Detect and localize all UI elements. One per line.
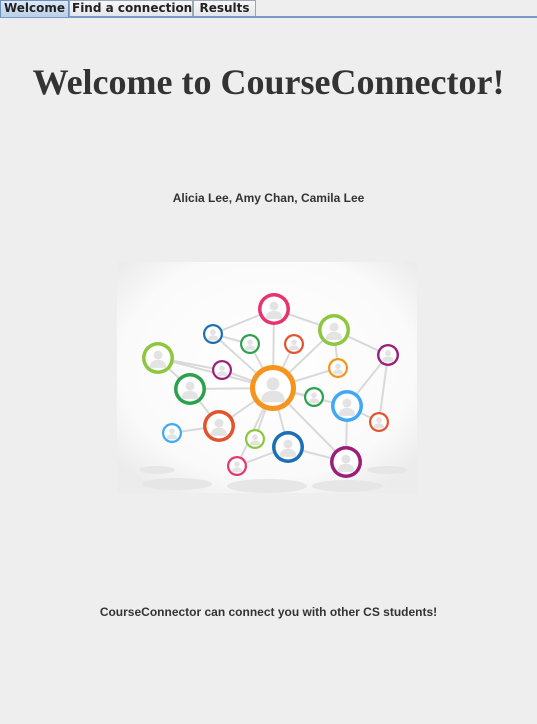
tab-bar: Welcome Find a connection! Results — [0, 0, 537, 18]
person-node-icon — [272, 431, 304, 463]
authors-text: Alicia Lee, Amy Chan, Camila Lee — [172, 191, 365, 205]
person-node-icon — [203, 324, 223, 344]
person-node-icon — [142, 342, 174, 374]
person-node-icon — [250, 365, 296, 411]
person-node-icon — [330, 446, 362, 478]
person-node-icon — [245, 429, 265, 449]
person-node-icon — [369, 412, 389, 432]
person-node-icon — [284, 334, 304, 354]
person-node-icon — [174, 373, 206, 405]
person-node-icon — [331, 390, 363, 422]
person-node-icon — [328, 358, 348, 378]
tab-find-a-connection[interactable]: Find a connection! — [69, 0, 198, 16]
person-node-icon — [377, 344, 399, 366]
page-title: Welcome to CourseConnector! — [32, 62, 505, 102]
tab-results[interactable]: Results — [193, 0, 256, 16]
person-node-icon — [203, 410, 235, 442]
person-node-icon — [212, 360, 232, 380]
person-node-icon — [240, 334, 260, 354]
person-node-icon — [258, 293, 290, 325]
tab-welcome[interactable]: Welcome — [0, 0, 69, 17]
tagline-text: CourseConnector can connect you with oth… — [99, 605, 438, 619]
person-node-icon — [162, 423, 182, 443]
person-node-icon — [318, 314, 350, 346]
person-node-icon — [227, 456, 247, 476]
person-node-icon — [304, 387, 324, 407]
tab-bar-divider — [0, 16, 537, 18]
people-network-icon — [117, 262, 417, 493]
